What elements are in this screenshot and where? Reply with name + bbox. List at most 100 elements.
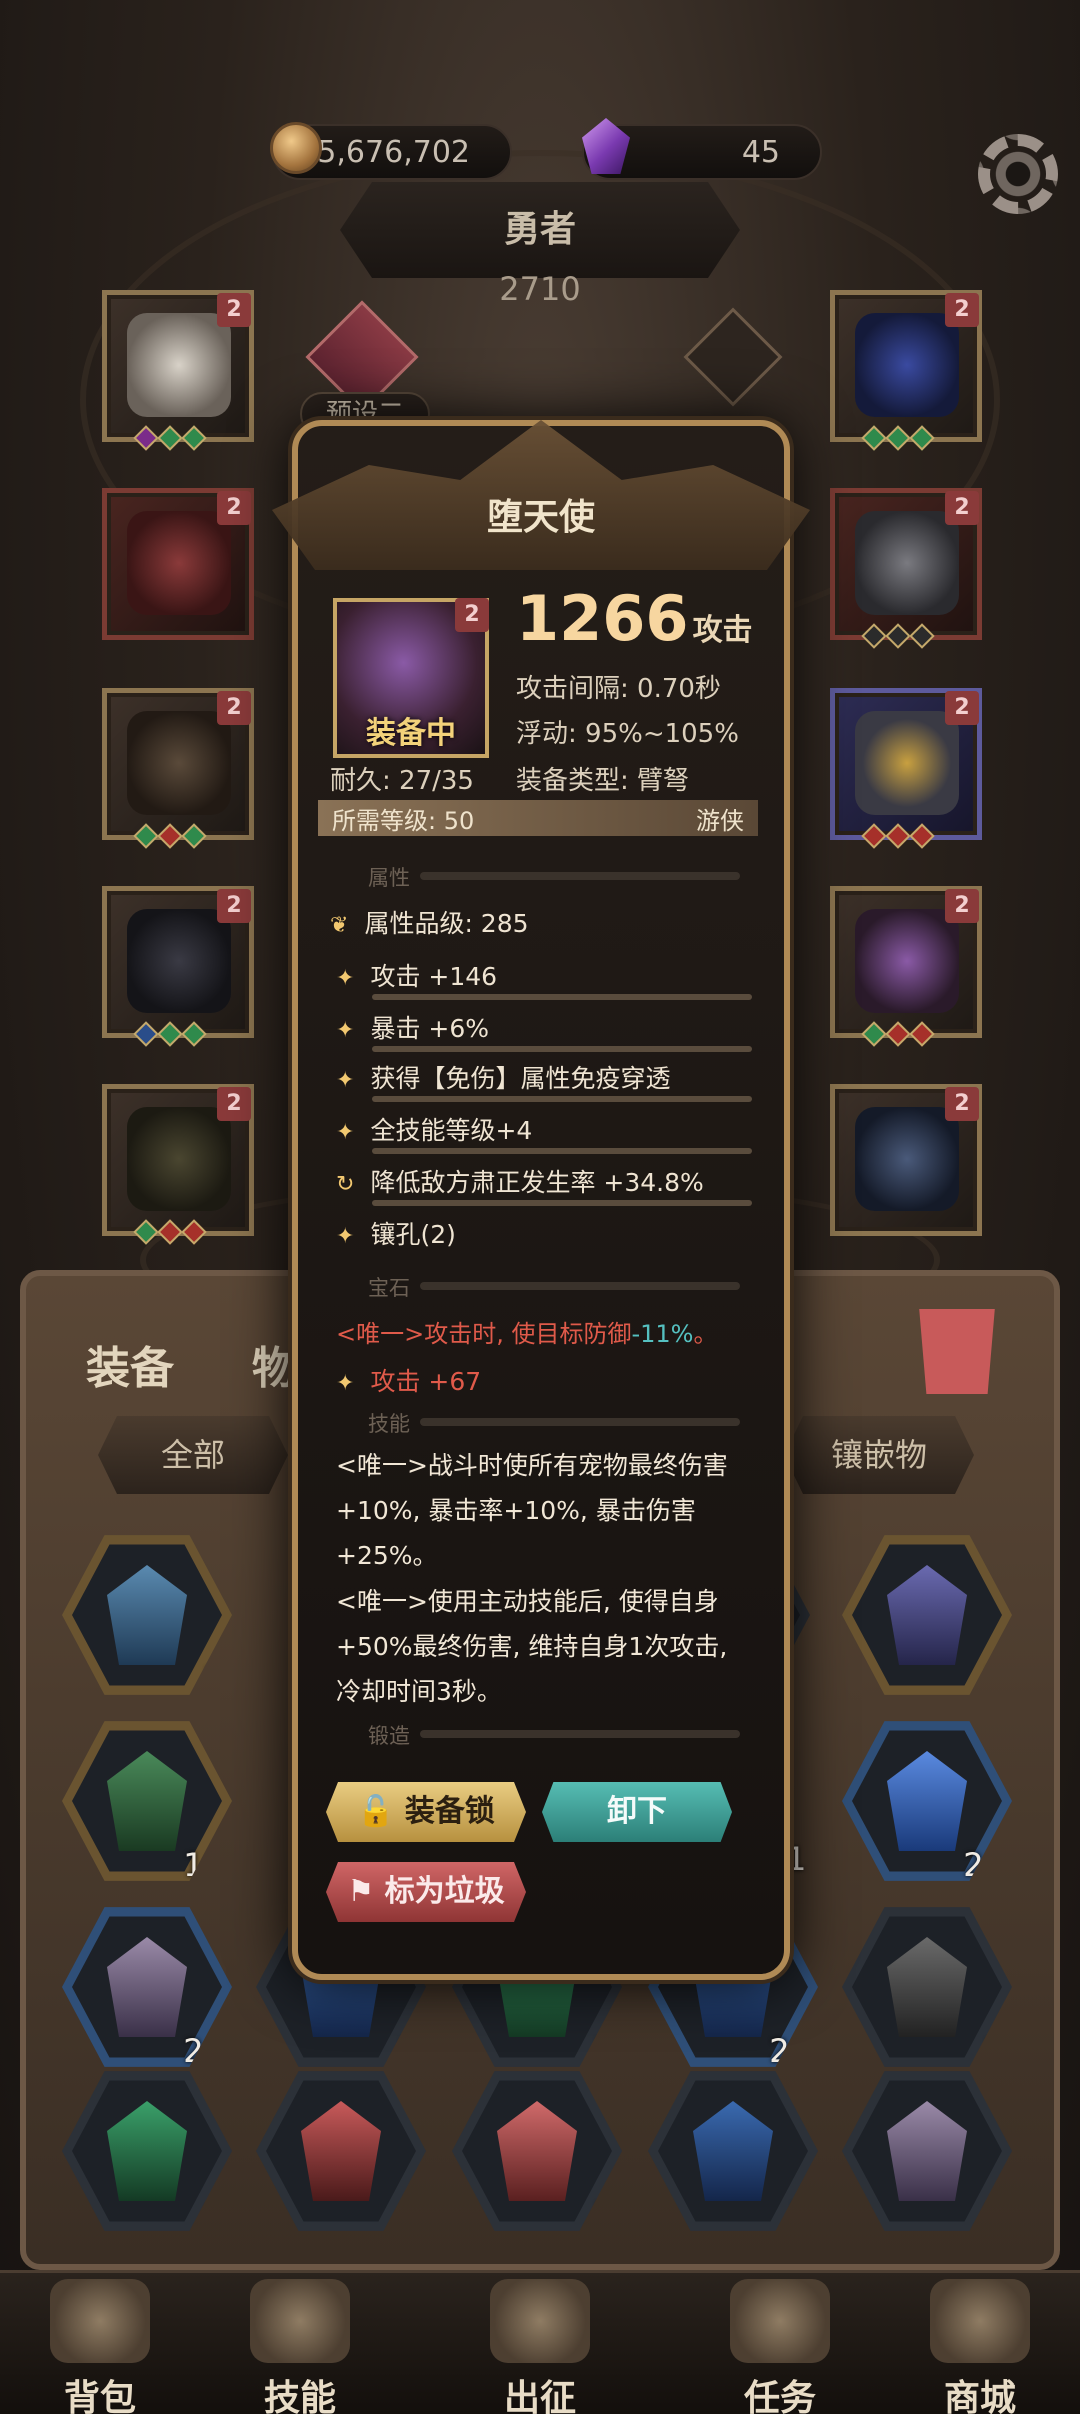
socket-dots bbox=[133, 823, 207, 849]
tier-badge: 2 bbox=[217, 1087, 251, 1121]
attribute-bar bbox=[372, 1096, 752, 1102]
equip-slot-pants[interactable]: 2 bbox=[102, 886, 254, 1047]
trash-can-icon[interactable] bbox=[919, 1309, 995, 1394]
tier-badge: 2 bbox=[217, 691, 251, 725]
padlock-icon: 🔓 bbox=[357, 1794, 395, 1829]
nav-shop[interactable]: 商城 bbox=[890, 2273, 1070, 2414]
attack-unit: 攻击 bbox=[692, 613, 753, 648]
type-value: 臂弩 bbox=[637, 766, 690, 796]
equip-slot-armor[interactable]: 2 bbox=[102, 488, 254, 640]
tier-badge: 2 bbox=[945, 1087, 979, 1121]
socket-dots bbox=[861, 623, 935, 649]
gloves-icon bbox=[127, 711, 231, 815]
crossbow-icon bbox=[855, 909, 959, 1013]
ring-icon bbox=[855, 511, 959, 615]
sparkle-icon: ✦ bbox=[336, 1068, 355, 1093]
hero-class-banner: 勇者 bbox=[340, 182, 740, 278]
lock-equipment-button[interactable]: 🔓 装备锁 bbox=[326, 1782, 526, 1842]
nav-label: 技能 bbox=[263, 2378, 336, 2414]
section-forge: 锻造 bbox=[368, 1724, 410, 1748]
damage-variance: 浮动: 95%~105% bbox=[516, 719, 739, 749]
mark-as-junk-button[interactable]: ⚑ 标为垃圾 bbox=[326, 1862, 526, 1922]
equip-slot-ring-2[interactable]: 2 bbox=[830, 688, 982, 849]
nav-quests[interactable]: 任务 bbox=[690, 2273, 870, 2414]
tab-equipment[interactable]: 装备 bbox=[86, 1332, 174, 1396]
skill-book-icon bbox=[250, 2279, 350, 2363]
equip-slot-offhand[interactable]: 2 bbox=[830, 1084, 982, 1236]
sparkle-icon: ✦ bbox=[336, 966, 355, 991]
filter-all[interactable]: 全部 bbox=[98, 1416, 288, 1494]
durability-value: 27/35 bbox=[399, 766, 474, 796]
scroll-icon bbox=[730, 2279, 830, 2363]
lotus-icon: ❦ bbox=[330, 913, 349, 938]
armor-icon bbox=[127, 511, 231, 615]
junk-tag-icon: ⚑ bbox=[347, 1874, 375, 1909]
gem-bonus-text: 攻击 +67 bbox=[370, 1367, 482, 1396]
nav-expedition[interactable]: 出征 bbox=[450, 2273, 630, 2414]
attribute-row: ✦ 获得【免伤】属性免疫穿透 bbox=[336, 1059, 670, 1095]
hero-class-name: 勇者 bbox=[503, 209, 576, 250]
nav-label: 背包 bbox=[63, 2378, 136, 2414]
crown-shop-icon bbox=[930, 2279, 1030, 2363]
equip-slot-boots[interactable]: 2 bbox=[102, 1084, 254, 1245]
nav-bag[interactable]: 背包 bbox=[10, 2273, 190, 2414]
equipment-type: 装备类型: 臂弩 bbox=[516, 760, 689, 797]
boots-icon bbox=[127, 1107, 231, 1211]
tier-badge: 2 bbox=[945, 889, 979, 923]
section-divider bbox=[420, 1418, 740, 1426]
type-label: 装备类型: bbox=[516, 766, 629, 796]
junk-label: 标为垃圾 bbox=[384, 1874, 505, 1909]
filter-inlays[interactable]: 镶嵌物 bbox=[784, 1416, 974, 1494]
attribute-bar bbox=[372, 994, 752, 1000]
tier-badge: 2 bbox=[455, 598, 489, 632]
nav-skills[interactable]: 技能 bbox=[210, 2273, 390, 2414]
cycle-icon: ↻ bbox=[336, 1172, 355, 1197]
sparkle-icon: ✦ bbox=[336, 1120, 355, 1145]
tier-badge: 2 bbox=[217, 491, 251, 525]
attribute-row: ✦ 攻击 +146 bbox=[336, 957, 497, 993]
tier-badge: 2 bbox=[945, 691, 979, 725]
tier-badge: 2 bbox=[945, 491, 979, 525]
tier-badge: 2 bbox=[217, 889, 251, 923]
attribute-text: 攻击 +146 bbox=[370, 962, 498, 991]
attribute-row: ✦ 全技能等级+4 bbox=[336, 1111, 532, 1147]
attribute-text: 获得【免伤】属性免疫穿透 bbox=[370, 1064, 671, 1093]
skill-description-2: <唯一>使用主动技能后, 使得自身+50%最终伤害, 维持自身1次攻击, 冷却时… bbox=[336, 1587, 728, 1706]
attack-interval: 攻击间隔: 0.70秒 bbox=[516, 674, 721, 704]
required-class: 游侠 bbox=[696, 806, 744, 835]
equip-slot-necklace[interactable]: 2 bbox=[830, 290, 982, 451]
attribute-row: ✦ 镶孔(2) bbox=[336, 1215, 456, 1251]
equip-slot-gloves[interactable]: 2 bbox=[102, 688, 254, 849]
durability-label: 耐久: bbox=[330, 766, 391, 796]
attribute-text: 镶孔(2) bbox=[370, 1220, 456, 1249]
sparkle-icon: ✦ bbox=[336, 1371, 355, 1396]
equip-slot-crossbow[interactable]: 2 bbox=[830, 886, 982, 1047]
attack-value: 1266 bbox=[516, 582, 689, 655]
durability: 耐久: 27/35 bbox=[330, 760, 474, 797]
attribute-text: 全技能等级+4 bbox=[370, 1116, 533, 1145]
backpack-icon bbox=[50, 2279, 150, 2363]
equip-slot-ring-1[interactable]: 2 bbox=[830, 488, 982, 649]
socket-dots bbox=[133, 1021, 207, 1047]
attribute-grade-text: 属性品级: 285 bbox=[364, 909, 529, 938]
gold-coin-icon bbox=[270, 122, 322, 174]
attribute-text: 暴击 +6% bbox=[370, 1014, 489, 1043]
socket-dots bbox=[861, 1021, 935, 1047]
nav-label: 出征 bbox=[503, 2378, 576, 2414]
gem-bonus: ✦ 攻击 +67 bbox=[336, 1362, 481, 1398]
section-attributes: 属性 bbox=[368, 866, 410, 890]
nav-label: 任务 bbox=[743, 2378, 816, 2414]
requirement-bar: 所需等级: 50 游侠 bbox=[318, 800, 758, 836]
section-skills: 技能 bbox=[368, 1412, 410, 1436]
gem-effect-end: 。 bbox=[693, 1320, 718, 1348]
star-ring-icon bbox=[855, 711, 959, 815]
unequip-button[interactable]: 卸下 bbox=[542, 1782, 732, 1842]
gold-amount: 15,676,702 bbox=[298, 134, 470, 170]
quiver-icon bbox=[855, 1107, 959, 1211]
tier-badge: 2 bbox=[945, 293, 979, 327]
attribute-bar bbox=[372, 1148, 752, 1154]
socket-dots bbox=[133, 425, 207, 451]
equip-slot-mask[interactable]: 2 bbox=[102, 290, 254, 451]
gem-effect: <唯一>攻击时, 使目标防御-11%。 bbox=[336, 1314, 718, 1349]
settings-gear-icon[interactable] bbox=[978, 134, 1058, 214]
